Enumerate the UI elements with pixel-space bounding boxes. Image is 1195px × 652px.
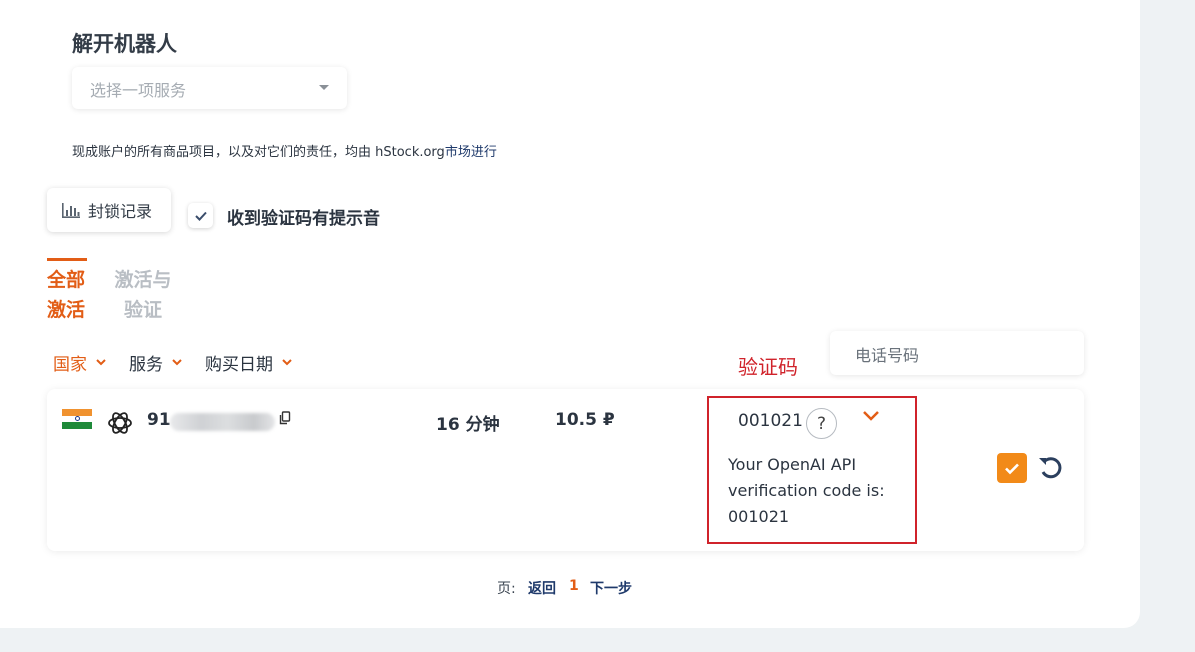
check-icon: [194, 211, 207, 221]
pagination-label: 页:: [497, 581, 516, 597]
filter-purchase-date[interactable]: 购买日期: [205, 350, 292, 375]
chevron-down-icon[interactable]: [862, 410, 880, 422]
filter-country[interactable]: 国家: [53, 350, 106, 375]
dropdown-caret-icon: [319, 85, 329, 90]
check-icon: [1005, 463, 1019, 474]
refresh-icon[interactable]: [1038, 455, 1064, 479]
phone-search-input[interactable]: 电话号码: [830, 331, 1084, 375]
chevron-down-icon: [282, 359, 292, 366]
sms-message: Your OpenAI API verification code is: 00…: [728, 455, 885, 526]
notice-text: 现成账户的所有商品项目，以及对它们的责任，均由 hStock.org市场进行: [72, 141, 497, 160]
sound-checkbox[interactable]: [188, 203, 213, 228]
india-flag-icon: [62, 409, 92, 429]
openai-icon: [108, 412, 132, 434]
activation-duration: 16 分钟: [436, 415, 500, 435]
filter-service[interactable]: 服务: [129, 350, 182, 375]
annotation-label: 验证码: [738, 355, 798, 379]
tab-activation-verification[interactable]: 激活与验证: [108, 265, 178, 325]
tab-active-indicator: [47, 258, 87, 261]
notice-body: 现成账户的所有商品项目，以及对它们的责任，均由 hStock.org: [72, 145, 445, 160]
service-select-placeholder: 选择一项服务: [90, 81, 187, 100]
chevron-down-icon: [96, 359, 106, 366]
notice-link[interactable]: 市场进行: [445, 145, 497, 160]
phone-search-placeholder: 电话号码: [855, 346, 920, 365]
bar-chart-icon: [62, 203, 80, 218]
confirm-button[interactable]: [997, 453, 1027, 483]
activation-price: 10.5 ₽: [555, 410, 615, 430]
page-title: 解开机器人: [72, 32, 177, 56]
service-select[interactable]: 选择一项服务: [72, 67, 347, 109]
filter-country-label: 国家: [53, 355, 87, 375]
pagination-current-page[interactable]: 1: [569, 578, 579, 594]
phone-number-blur: [170, 413, 275, 431]
help-icon[interactable]: ?: [806, 408, 837, 439]
pagination-next[interactable]: 下一步: [590, 578, 632, 598]
pagination-prev[interactable]: 返回: [528, 578, 556, 598]
filter-service-label: 服务: [129, 355, 163, 375]
lock-history-label: 封锁记录: [88, 202, 153, 221]
sound-checkbox-label[interactable]: 收到验证码有提示音: [227, 204, 380, 229]
verification-code[interactable]: 001021: [738, 411, 803, 431]
copy-icon[interactable]: [279, 411, 291, 425]
filter-date-label: 购买日期: [205, 355, 273, 375]
lock-history-button[interactable]: 封锁记录: [47, 188, 171, 232]
tab-all-activations[interactable]: 全部激活: [47, 265, 97, 325]
phone-number: 91: [147, 410, 171, 430]
chevron-down-icon: [172, 359, 182, 366]
